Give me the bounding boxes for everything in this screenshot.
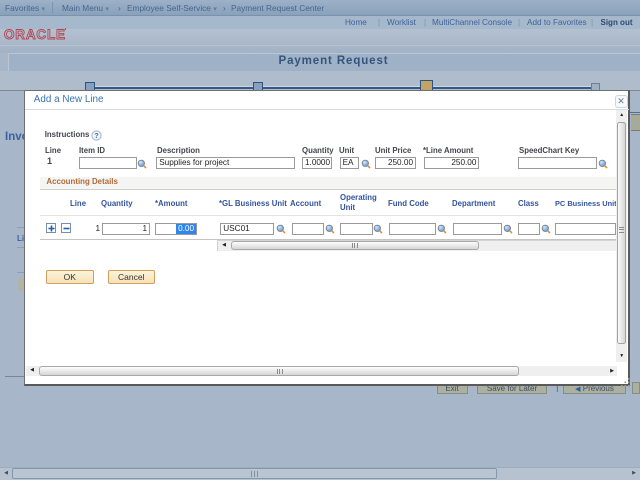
svg-text:?: ? — [95, 131, 100, 140]
